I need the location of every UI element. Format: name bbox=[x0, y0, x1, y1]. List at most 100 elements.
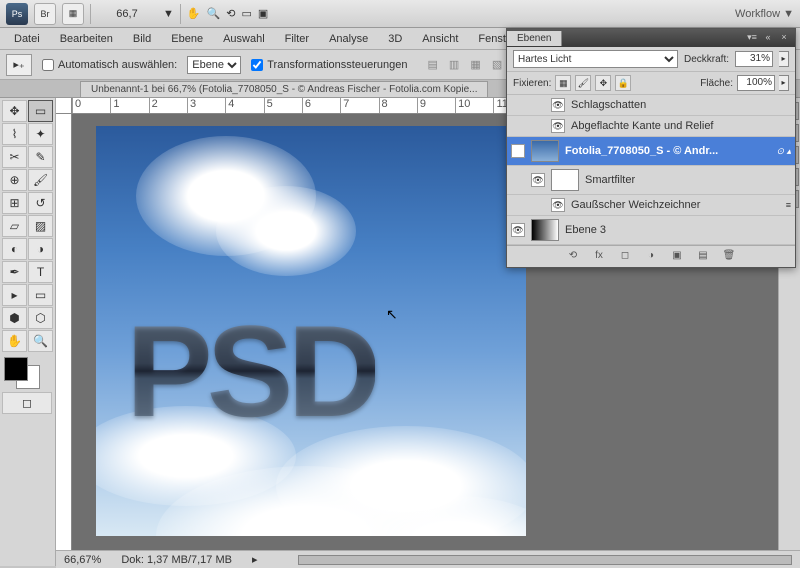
hand-tool-icon[interactable]: ✋ bbox=[187, 7, 201, 20]
eraser-tool[interactable]: ▱ bbox=[2, 215, 27, 237]
move-tool-preset[interactable]: ▸₊ bbox=[6, 54, 32, 76]
menu-datei[interactable]: Datei bbox=[6, 30, 48, 48]
group-icon[interactable]: ▣ bbox=[669, 250, 685, 264]
visibility-icon[interactable]: 👁 bbox=[511, 144, 525, 158]
dodge-tool[interactable]: ◑ bbox=[28, 238, 53, 260]
screen-mode-icon[interactable]: ▣ bbox=[258, 7, 268, 20]
lock-label: Fixieren: bbox=[513, 78, 551, 89]
panel-titlebar[interactable]: Ebenen ▾≡ « × bbox=[507, 29, 795, 47]
visibility-icon[interactable]: 👁 bbox=[551, 198, 565, 212]
menu-3d[interactable]: 3D bbox=[380, 30, 410, 48]
zoom-tool[interactable]: 🔍 bbox=[28, 330, 53, 352]
ruler-corner bbox=[56, 98, 72, 114]
hand-tool[interactable]: ✋ bbox=[2, 330, 27, 352]
opacity-value[interactable]: 31% bbox=[735, 51, 773, 67]
fill-value[interactable]: 100% bbox=[737, 75, 775, 91]
bridge-icon[interactable]: Br bbox=[34, 3, 56, 25]
auto-select-target[interactable]: Ebene bbox=[187, 56, 241, 74]
filter-row[interactable]: 👁 Gaußscher Weichzeichner ≡ bbox=[507, 195, 795, 216]
marquee-tool[interactable]: ▭ bbox=[28, 100, 53, 122]
zoom-level[interactable]: 66,7 bbox=[97, 8, 157, 20]
filter-name: Gaußscher Weichzeichner bbox=[571, 199, 700, 211]
dropdown-icon[interactable]: ▼ bbox=[163, 8, 174, 20]
lock-position-icon[interactable]: ✥ bbox=[595, 75, 611, 91]
pen-tool[interactable]: ✒ bbox=[2, 261, 27, 283]
lasso-tool[interactable]: ⌇ bbox=[2, 123, 27, 145]
mini-bridge-icon[interactable]: ▦ bbox=[62, 3, 84, 25]
smartfilter-row[interactable]: 👁 Smartfilter bbox=[507, 166, 795, 195]
gradient-tool[interactable]: ▨ bbox=[28, 215, 53, 237]
menu-ansicht[interactable]: Ansicht bbox=[414, 30, 466, 48]
menu-analyse[interactable]: Analyse bbox=[321, 30, 376, 48]
close-icon[interactable]: × bbox=[777, 32, 791, 44]
type-tool[interactable]: T bbox=[28, 261, 53, 283]
transform-label: Transformationssteuerungen bbox=[267, 59, 407, 71]
visibility-icon[interactable]: 👁 bbox=[551, 98, 565, 112]
status-zoom[interactable]: 66,67% bbox=[64, 554, 101, 566]
auto-select-checkbox[interactable]: Automatisch auswählen: bbox=[42, 59, 177, 71]
lock-transparent-icon[interactable]: ▦ bbox=[555, 75, 571, 91]
foreground-color[interactable] bbox=[4, 357, 28, 381]
status-arrow-icon[interactable]: ▸ bbox=[252, 553, 258, 566]
visibility-icon[interactable]: 👁 bbox=[551, 119, 565, 133]
menu-ebene[interactable]: Ebene bbox=[163, 30, 211, 48]
layer-row[interactable]: 👁 Ebene 3 bbox=[507, 216, 795, 245]
zoom-tool-icon[interactable]: 🔍 bbox=[207, 7, 221, 20]
eyedropper-tool[interactable]: ✎ bbox=[28, 146, 53, 168]
status-doc-size[interactable]: Dok: 1,37 MB/7,17 MB bbox=[121, 554, 232, 566]
layer-name: Fotolia_7708050_S - © Andr... bbox=[565, 145, 718, 157]
shape-tool[interactable]: ▭ bbox=[28, 284, 53, 306]
color-swatches[interactable] bbox=[2, 357, 52, 391]
transform-controls-checkbox[interactable]: Transformationssteuerungen bbox=[251, 59, 407, 71]
visibility-icon[interactable]: 👁 bbox=[531, 173, 545, 187]
layer-row[interactable]: 👁 Fotolia_7708050_S - © Andr... ⊙ ▴ bbox=[507, 137, 795, 166]
layer-mask-icon[interactable]: ◻ bbox=[617, 250, 633, 264]
effect-row[interactable]: 👁 Schlagschatten bbox=[507, 95, 795, 116]
app-titlebar: Ps Br ▦ 66,7 ▼ ✋ 🔍 ⟲ ▭ ▣ Workflow ▼ bbox=[0, 0, 800, 28]
lock-pixels-icon[interactable]: 🖌 bbox=[575, 75, 591, 91]
fx-badge[interactable]: ⊙ ▴ bbox=[776, 146, 791, 157]
menu-bearbeiten[interactable]: Bearbeiten bbox=[52, 30, 121, 48]
blend-mode-select[interactable]: Hartes Licht bbox=[513, 50, 678, 68]
photoshop-icon[interactable]: Ps bbox=[6, 3, 28, 25]
menu-auswahl[interactable]: Auswahl bbox=[215, 30, 273, 48]
crop-tool[interactable]: ✂ bbox=[2, 146, 27, 168]
filter-options-icon[interactable]: ≡ bbox=[786, 200, 791, 210]
layers-tab[interactable]: Ebenen bbox=[507, 31, 562, 46]
brush-tool[interactable]: 🖌 bbox=[28, 169, 53, 191]
new-layer-icon[interactable]: ▤ bbox=[695, 250, 711, 264]
quick-mask-icon[interactable]: ◻ bbox=[2, 392, 52, 414]
layer-name: Ebene 3 bbox=[565, 224, 606, 236]
menu-filter[interactable]: Filter bbox=[277, 30, 317, 48]
link-layers-icon[interactable]: ⟲ bbox=[565, 250, 581, 264]
layer-thumbnail[interactable] bbox=[531, 219, 559, 241]
3d-camera-tool[interactable]: ⬡ bbox=[28, 307, 53, 329]
workspace-switcher[interactable]: Workflow ▼ bbox=[735, 8, 794, 20]
menu-bild[interactable]: Bild bbox=[125, 30, 159, 48]
history-brush-tool[interactable]: ↺ bbox=[28, 192, 53, 214]
mask-thumbnail[interactable] bbox=[551, 169, 579, 191]
delete-layer-icon[interactable]: 🗑 bbox=[721, 250, 737, 264]
move-tool[interactable]: ✥ bbox=[2, 100, 27, 122]
healing-tool[interactable]: ⊕ bbox=[2, 169, 27, 191]
adjustment-layer-icon[interactable]: ◑ bbox=[643, 250, 659, 264]
opacity-arrow-icon[interactable]: ▸ bbox=[779, 51, 789, 67]
document-tab[interactable]: Unbenannt-1 bei 66,7% (Fotolia_7708050_S… bbox=[80, 81, 488, 97]
blur-tool[interactable]: ◐ bbox=[2, 238, 27, 260]
visibility-icon[interactable]: 👁 bbox=[511, 223, 525, 237]
panel-menu-icon[interactable]: ▾≡ bbox=[745, 32, 759, 44]
layer-style-icon[interactable]: fx bbox=[591, 250, 607, 264]
arrange-icon[interactable]: ▭ bbox=[242, 7, 252, 20]
canvas[interactable]: PSD ↖ bbox=[96, 126, 526, 536]
scrollbar-track[interactable] bbox=[298, 555, 792, 565]
quick-select-tool[interactable]: ✦ bbox=[28, 123, 53, 145]
path-select-tool[interactable]: ▸ bbox=[2, 284, 27, 306]
lock-all-icon[interactable]: 🔒 bbox=[615, 75, 631, 91]
rotate-view-icon[interactable]: ⟲ bbox=[226, 7, 235, 20]
minimize-icon[interactable]: « bbox=[761, 32, 775, 44]
3d-tool[interactable]: ⬢ bbox=[2, 307, 27, 329]
stamp-tool[interactable]: ⊞ bbox=[2, 192, 27, 214]
layer-thumbnail[interactable] bbox=[531, 140, 559, 162]
effect-row[interactable]: 👁 Abgeflachte Kante und Relief bbox=[507, 116, 795, 137]
fill-arrow-icon[interactable]: ▸ bbox=[779, 75, 789, 91]
